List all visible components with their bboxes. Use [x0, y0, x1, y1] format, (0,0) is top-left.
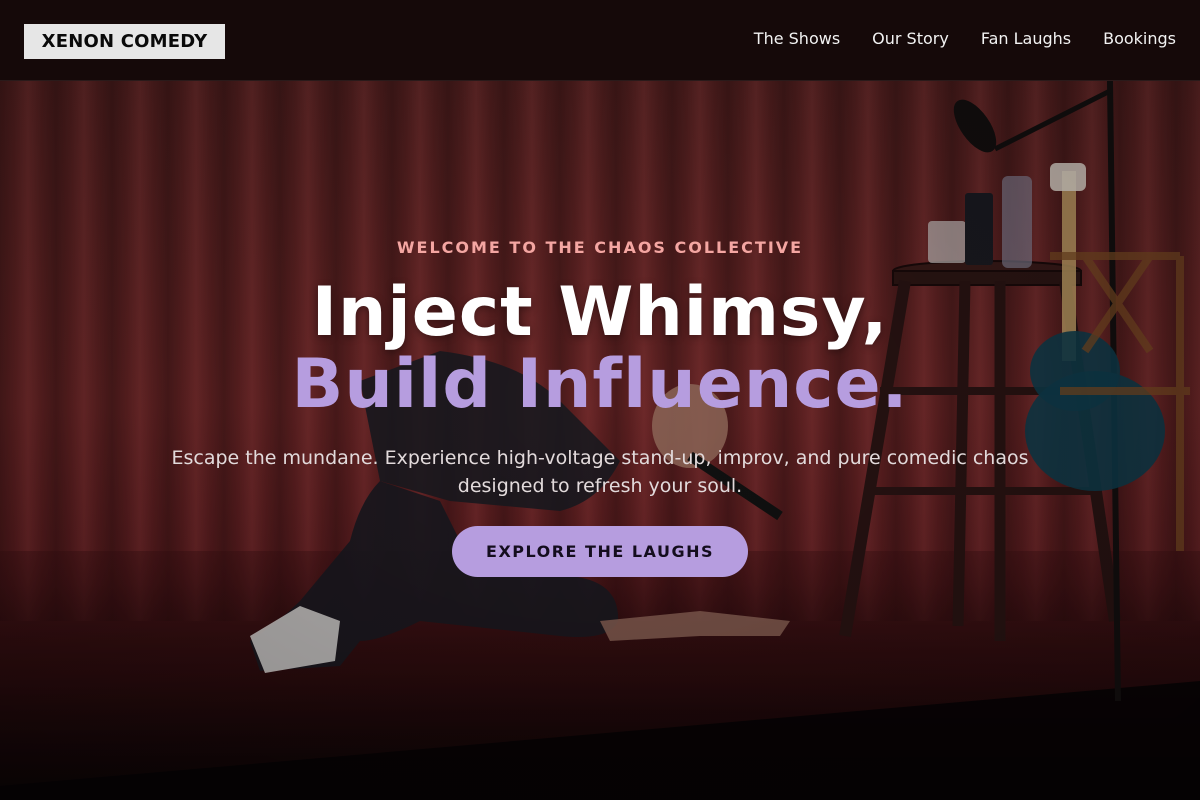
hero-content: WELCOME TO THE CHAOS COLLECTIVE Inject W…: [0, 81, 1200, 800]
nav-link-the-shows[interactable]: The Shows: [754, 28, 840, 50]
hero-headline-line2: Build Influence.: [291, 345, 909, 424]
hero-headline-line1: Inject Whimsy,: [311, 273, 889, 352]
site-header: XENON COMEDY The Shows Our Story Fan Lau…: [0, 0, 1200, 81]
nav-link-fan-laughs[interactable]: Fan Laughs: [981, 28, 1071, 50]
site-logo[interactable]: XENON COMEDY: [24, 24, 225, 59]
main-nav: The Shows Our Story Fan Laughs Bookings: [754, 28, 1176, 50]
hero-subtitle: Escape the mundane. Experience high-volt…: [171, 447, 1029, 497]
nav-link-our-story[interactable]: Our Story: [872, 28, 949, 50]
landing-page: XENON COMEDY The Shows Our Story Fan Lau…: [0, 0, 1200, 800]
nav-link-bookings[interactable]: Bookings: [1103, 28, 1176, 50]
hero-section: WELCOME TO THE CHAOS COLLECTIVE Inject W…: [0, 81, 1200, 800]
explore-the-laughs-button[interactable]: EXPLORE THE LAUGHS: [452, 526, 748, 577]
hero-eyebrow: WELCOME TO THE CHAOS COLLECTIVE: [396, 238, 804, 257]
